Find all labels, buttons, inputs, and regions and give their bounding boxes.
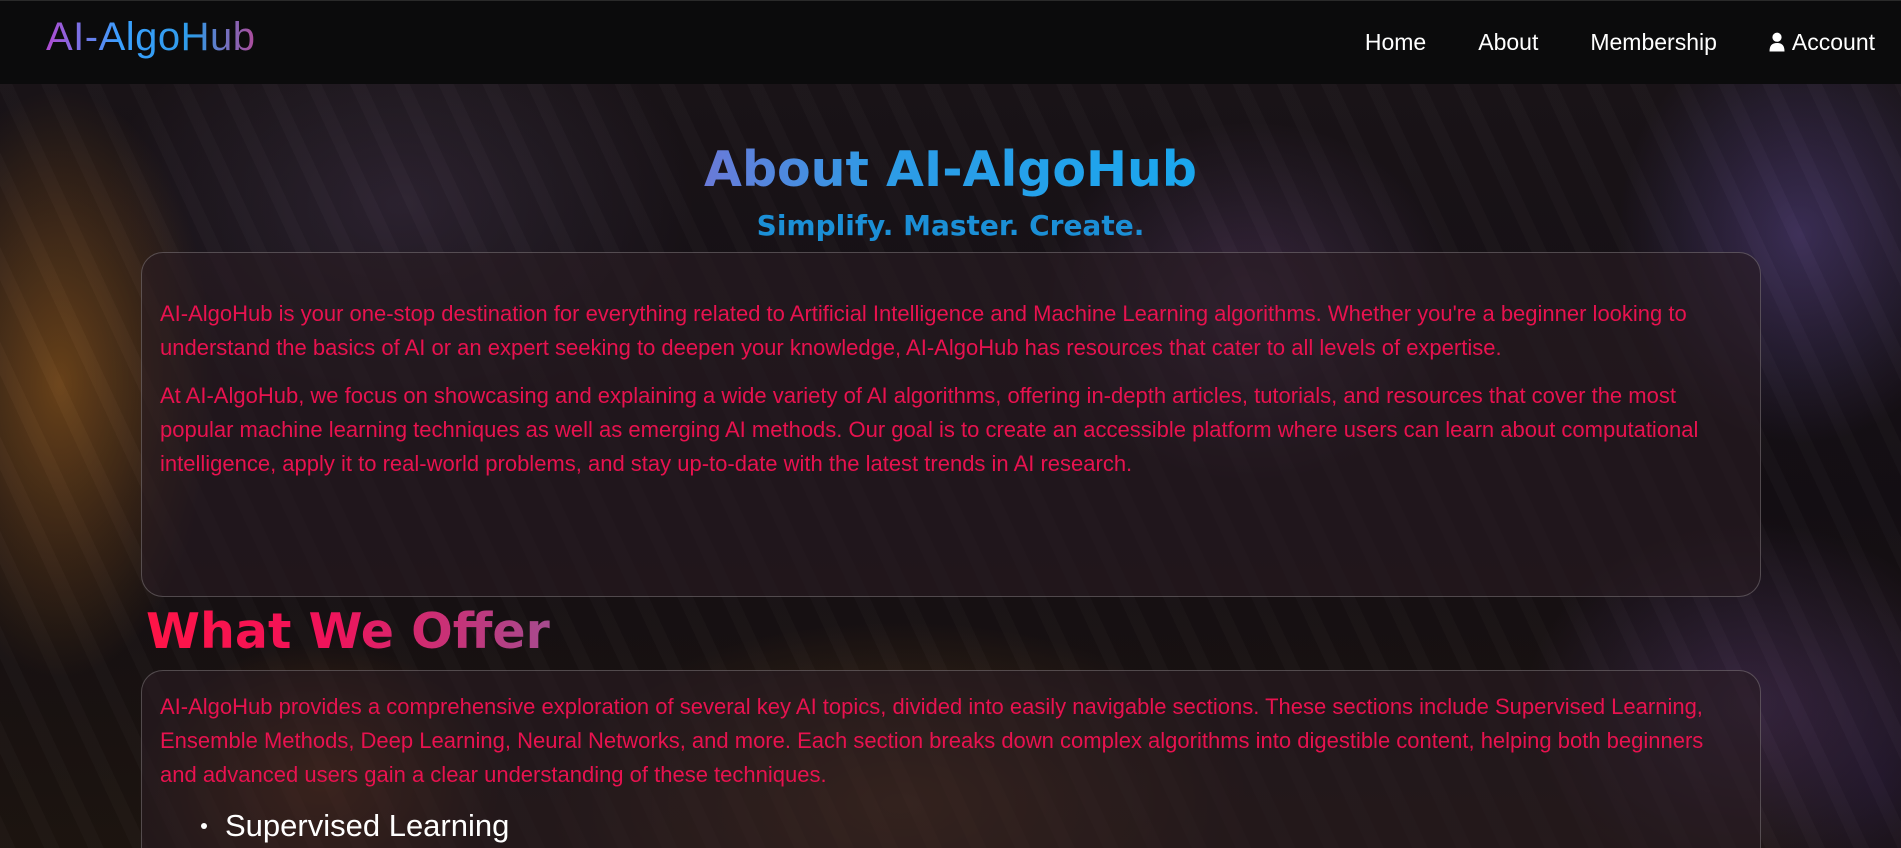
nav-item-label: About <box>1478 29 1539 55</box>
section-title-text: What We Offer <box>146 603 550 660</box>
about-paragraph: At AI-AlgoHub, we focus on showcasing an… <box>160 383 1699 476</box>
nav-item-home[interactable]: Home <box>1365 27 1426 57</box>
nav-item-account[interactable]: Account <box>1769 27 1875 57</box>
section-title-offer: What We Offer <box>146 600 550 664</box>
page-subtitle: Simplify. Master. Create. <box>756 209 1145 242</box>
nav-item-about[interactable]: About <box>1478 27 1538 57</box>
about-card: AI-AlgoHub is your one-stop destination … <box>141 252 1761 597</box>
page: AI-AlgoHub Home About Membership Account… <box>0 0 1901 848</box>
page-title: About AI-AlgoHub <box>0 140 1901 200</box>
nav-item-label: Membership <box>1590 29 1717 55</box>
bullet-icon <box>201 823 207 829</box>
page-title-text: About AI-AlgoHub <box>704 141 1197 198</box>
list-item: Supervised Learning <box>201 806 1742 846</box>
offer-card: AI-AlgoHub provides a comprehensive expl… <box>141 670 1761 848</box>
user-icon <box>1769 32 1785 52</box>
navbar: AI-AlgoHub Home About Membership Account <box>0 0 1901 84</box>
nav-item-label: Account <box>1791 29 1875 55</box>
nav-links: Home About Membership Account <box>1365 27 1875 57</box>
topic-list: Supervised Learning <box>160 806 1742 846</box>
offer-intro: AI-AlgoHub provides a comprehensive expl… <box>160 694 1704 787</box>
topic-label: Supervised Learning <box>225 808 510 843</box>
nav-item-membership[interactable]: Membership <box>1590 27 1717 57</box>
brand-logo[interactable]: AI-AlgoHub <box>46 13 256 61</box>
about-paragraph: AI-AlgoHub is your one-stop destination … <box>160 301 1687 360</box>
nav-item-label: Home <box>1364 29 1427 55</box>
